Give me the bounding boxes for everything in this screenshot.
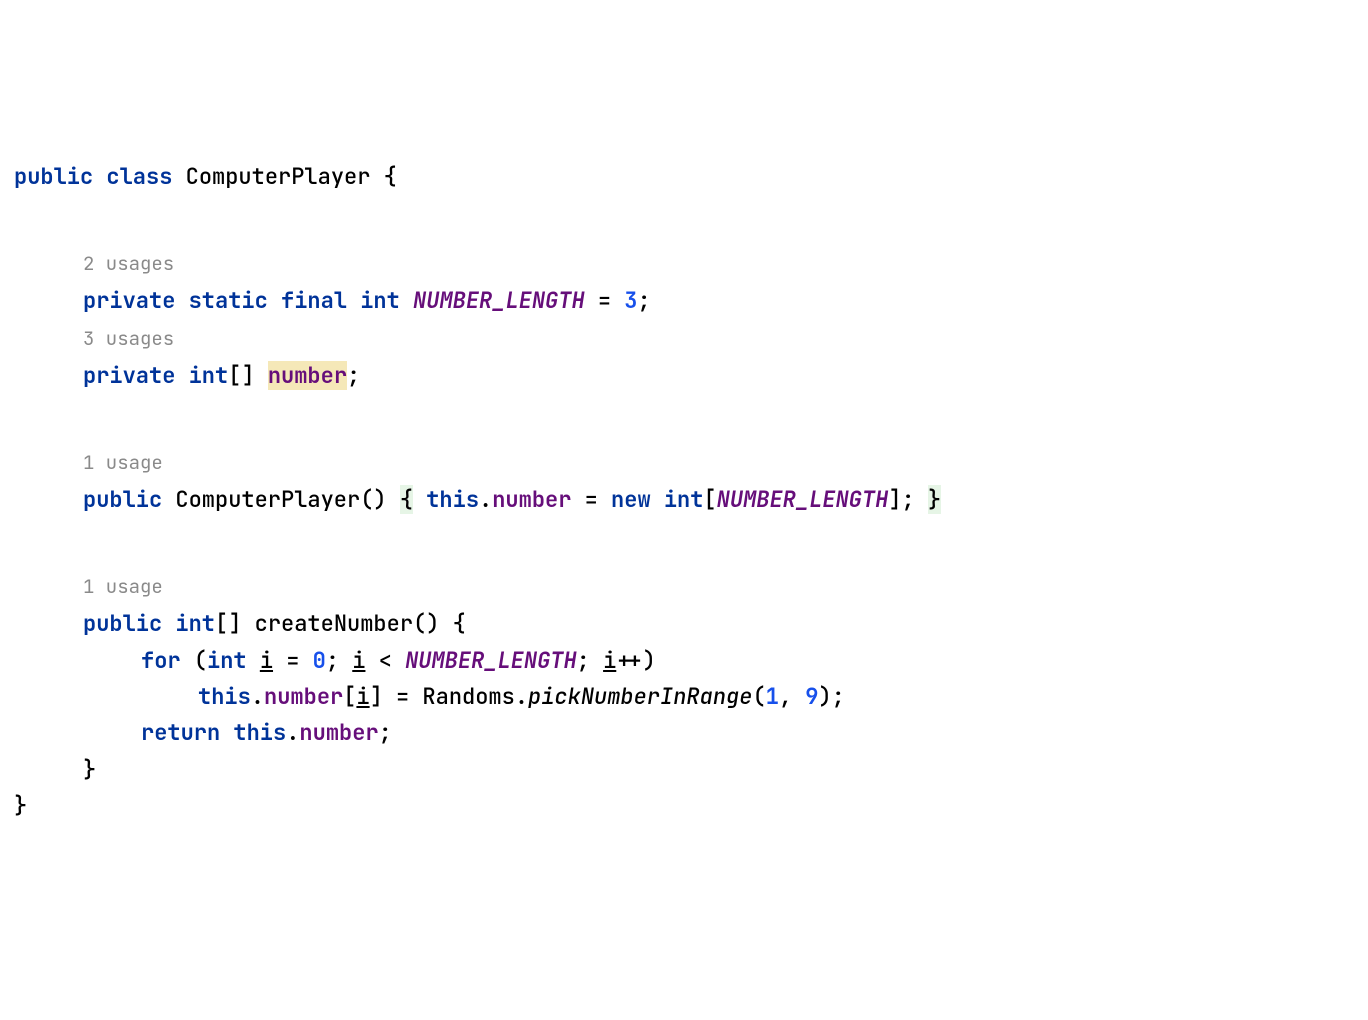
keyword-public: public	[83, 485, 162, 514]
type-int: int	[664, 485, 704, 514]
field-name-highlighted: number	[268, 361, 347, 390]
increment: ++)	[616, 646, 656, 675]
code-line-return[interactable]: return this.number;	[14, 715, 1368, 751]
keyword-static: static	[189, 286, 268, 315]
constant-ref: NUMBER_LENGTH	[717, 485, 889, 514]
code-line-field-const[interactable]: private static final int NUMBER_LENGTH =…	[14, 283, 1368, 319]
code-line-field-array[interactable]: private int[] number;	[14, 358, 1368, 394]
brace-fold-open[interactable]: {	[400, 485, 413, 514]
keyword-class: class	[106, 162, 172, 191]
code-line-brace-close[interactable]: }	[14, 752, 1368, 788]
bracket-close: ];	[888, 485, 928, 514]
comma: ,	[779, 682, 805, 711]
usage-hint[interactable]: 3 usages	[14, 326, 174, 351]
number-literal: 3	[624, 286, 637, 315]
equals: =	[585, 286, 625, 315]
method-signature: [] createNumber() {	[215, 609, 466, 638]
paren-open: (	[181, 646, 207, 675]
code-line-for[interactable]: for (int i = 0; i < NUMBER_LENGTH; i++)	[14, 643, 1368, 679]
bracket-open: [	[703, 485, 716, 514]
loop-var: i	[603, 646, 616, 675]
array-brackets: []	[228, 361, 268, 390]
code-editor[interactable]: public class ComputerPlayer {2 usages pr…	[14, 159, 1368, 824]
field-ref: number	[264, 682, 343, 711]
field-ref: number	[299, 718, 378, 747]
loop-var: i	[356, 682, 369, 711]
brace-close: }	[14, 791, 27, 820]
equals: =	[571, 485, 611, 514]
constant-name: NUMBER_LENGTH	[413, 286, 585, 315]
constant-ref: NUMBER_LENGTH	[405, 646, 577, 675]
semicolon: ;	[326, 646, 352, 675]
dot: .	[479, 485, 492, 514]
loop-var: i	[260, 646, 273, 675]
usage-hint[interactable]: 2 usages	[14, 251, 174, 276]
number-literal: 1	[766, 682, 779, 711]
static-call-prefix: ] = Randoms.	[370, 682, 528, 711]
code-line-class-decl[interactable]: public class ComputerPlayer {	[14, 159, 1368, 195]
type-int: int	[207, 646, 247, 675]
semicolon: ;	[637, 286, 650, 315]
keyword-this: this	[233, 718, 286, 747]
semicolon: ;	[379, 718, 392, 747]
keyword-final: final	[281, 286, 347, 315]
static-method: pickNumberInRange	[528, 682, 752, 711]
blank-line	[14, 195, 1368, 245]
keyword-private: private	[83, 286, 175, 315]
paren-close: );	[818, 682, 844, 711]
blank-line	[14, 518, 1368, 568]
keyword-public: public	[14, 162, 93, 191]
keyword-public: public	[83, 609, 162, 638]
number-literal: 0	[313, 646, 326, 675]
loop-var: i	[352, 646, 365, 675]
code-line-brace-close[interactable]: }	[14, 788, 1368, 824]
class-name: ComputerPlayer	[186, 162, 371, 191]
type-int: int	[360, 286, 400, 315]
brace-fold-close[interactable]: }	[928, 485, 941, 514]
field-ref: number	[492, 485, 571, 514]
type-int: int	[175, 609, 215, 638]
brace-open: {	[370, 162, 396, 191]
bracket-open: [	[343, 682, 356, 711]
keyword-this: this	[426, 485, 479, 514]
usage-hint[interactable]: 1 usage	[14, 574, 163, 599]
dot: .	[286, 718, 299, 747]
keyword-private: private	[83, 361, 175, 390]
code-line-constructor[interactable]: public ComputerPlayer() { this.number = …	[14, 482, 1368, 518]
semicolon: ;	[577, 646, 603, 675]
keyword-return: return	[141, 718, 220, 747]
semicolon: ;	[347, 361, 360, 390]
brace-close: }	[83, 755, 96, 784]
keyword-new: new	[611, 485, 651, 514]
constructor-name: ComputerPlayer()	[162, 485, 400, 514]
keyword-for: for	[141, 646, 181, 675]
type-int: int	[189, 361, 229, 390]
blank-line	[14, 394, 1368, 444]
number-literal: 9	[805, 682, 818, 711]
paren-open: (	[752, 682, 765, 711]
equals: =	[273, 646, 313, 675]
keyword-this: this	[198, 682, 251, 711]
usage-hint[interactable]: 1 usage	[14, 450, 163, 475]
less-than: <	[365, 646, 405, 675]
code-line-method-decl[interactable]: public int[] createNumber() {	[14, 606, 1368, 642]
dot: .	[251, 682, 264, 711]
code-line-assignment[interactable]: this.number[i] = Randoms.pickNumberInRan…	[14, 679, 1368, 715]
